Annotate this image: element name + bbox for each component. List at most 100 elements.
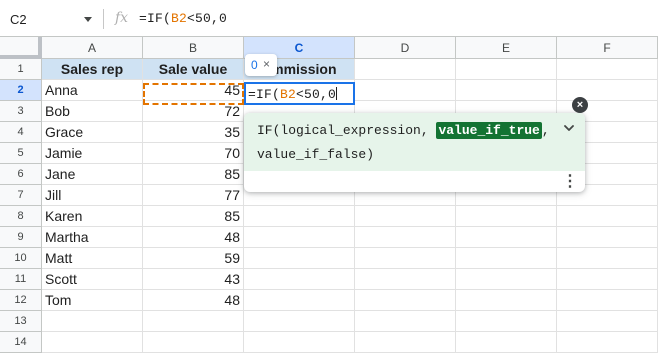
select-all-corner[interactable] [0,37,42,59]
caret-down-icon[interactable] [84,17,92,22]
active-cell-editor[interactable]: =IF(B2<50,0 [244,82,355,105]
cell-b12[interactable]: 48 [143,290,244,311]
cell-b1[interactable]: Sale value [143,59,244,80]
cell-b8[interactable]: 85 [143,206,244,227]
cell-a14[interactable] [42,332,143,353]
cell-a7[interactable]: Jill [42,185,143,206]
cell-c14[interactable] [244,332,355,353]
more-options-icon[interactable]: ⋮ [562,174,578,190]
cell-b7[interactable]: 77 [143,185,244,206]
cell-e1[interactable] [456,59,557,80]
cell-a2[interactable]: Anna [42,80,143,101]
formula-bar-divider [103,9,104,29]
column-header-a[interactable]: A [42,37,143,59]
cell-a11[interactable]: Scott [42,269,143,290]
cell-b3[interactable]: 72 [143,101,244,122]
row-header-8[interactable]: 8 [0,206,42,227]
cell-e11[interactable] [456,269,557,290]
cell-a6[interactable]: Jane [42,164,143,185]
cell-d8[interactable] [355,206,456,227]
row-header-1[interactable]: 1 [0,59,42,80]
formula-result-preview: 0 × [245,54,277,76]
row-header-7[interactable]: 7 [0,185,42,206]
row-header-6[interactable]: 6 [0,164,42,185]
cell-e9[interactable] [456,227,557,248]
row-header-5[interactable]: 5 [0,143,42,164]
chevron-down-icon[interactable] [562,121,576,135]
row-header-9[interactable]: 9 [0,227,42,248]
cell-a9[interactable]: Martha [42,227,143,248]
row-header-4[interactable]: 4 [0,122,42,143]
cell-a8[interactable]: Karen [42,206,143,227]
column-header-d[interactable]: D [355,37,456,59]
editor-cell-reference: B2 [280,87,297,102]
formula-prefix: =IF( [139,11,172,26]
cell-b6[interactable]: 85 [143,164,244,185]
cell-d12[interactable] [355,290,456,311]
cell-c9[interactable] [244,227,355,248]
cell-f12[interactable] [557,290,658,311]
cell-e10[interactable] [456,248,557,269]
cell-f11[interactable] [557,269,658,290]
cell-e12[interactable] [456,290,557,311]
column-header-b[interactable]: B [143,37,244,59]
syntax-suffix: , [541,123,550,138]
cell-b5[interactable]: 70 [143,143,244,164]
cell-c8[interactable] [244,206,355,227]
cell-c13[interactable] [244,311,355,332]
cell-d14[interactable] [355,332,456,353]
cell-a5[interactable]: Jamie [42,143,143,164]
cell-d10[interactable] [355,248,456,269]
cell-e14[interactable] [456,332,557,353]
cell-e8[interactable] [456,206,557,227]
cell-d1[interactable] [355,59,456,80]
cell-d13[interactable] [355,311,456,332]
close-icon[interactable]: × [572,97,588,113]
cell-d11[interactable] [355,269,456,290]
formula-cell-reference: B2 [171,11,188,26]
cell-a1[interactable]: Sales rep [42,59,143,80]
cell-f2[interactable] [557,80,658,101]
cell-a13[interactable] [42,311,143,332]
cell-c10[interactable] [244,248,355,269]
cell-a4[interactable]: Grace [42,122,143,143]
cell-d2[interactable] [355,80,456,101]
cell-f8[interactable] [557,206,658,227]
cell-c11[interactable] [244,269,355,290]
formula-syntax-line-1: IF(logical_expression, value_if_true, [257,122,550,139]
formula-help-popup: IF(logical_expression, value_if_true, va… [244,113,585,192]
cell-e2[interactable] [456,80,557,101]
formula-help-body[interactable]: IF(logical_expression, value_if_true, va… [244,113,585,171]
cell-f1[interactable] [557,59,658,80]
cell-a10[interactable]: Matt [42,248,143,269]
column-header-e[interactable]: E [456,37,557,59]
row-header-2[interactable]: 2 [0,80,42,101]
row-header-13[interactable]: 13 [0,311,42,332]
cell-b14[interactable] [143,332,244,353]
cell-e13[interactable] [456,311,557,332]
cell-editor-text: =IF(B2<50,0 [248,87,338,102]
cell-a3[interactable]: Bob [42,101,143,122]
cell-a12[interactable]: Tom [42,290,143,311]
formula-input[interactable]: =IF(B2<50,0 [139,11,227,26]
cell-b10[interactable]: 59 [143,248,244,269]
row-header-14[interactable]: 14 [0,332,42,353]
row-header-10[interactable]: 10 [0,248,42,269]
cell-d9[interactable] [355,227,456,248]
column-header-f[interactable]: F [557,37,658,59]
row-header-3[interactable]: 3 [0,101,42,122]
cell-b13[interactable] [143,311,244,332]
row-header-11[interactable]: 11 [0,269,42,290]
cell-b11[interactable]: 43 [143,269,244,290]
cell-b9[interactable]: 48 [143,227,244,248]
cell-b4[interactable]: 35 [143,122,244,143]
cell-f13[interactable] [557,311,658,332]
cell-f9[interactable] [557,227,658,248]
row-header-12[interactable]: 12 [0,290,42,311]
name-box[interactable]: C2 [0,0,102,38]
cell-c12[interactable] [244,290,355,311]
cell-b2[interactable]: 45 [143,80,244,101]
cell-f14[interactable] [557,332,658,353]
preview-close-icon[interactable]: × [263,57,270,71]
cell-f10[interactable] [557,248,658,269]
